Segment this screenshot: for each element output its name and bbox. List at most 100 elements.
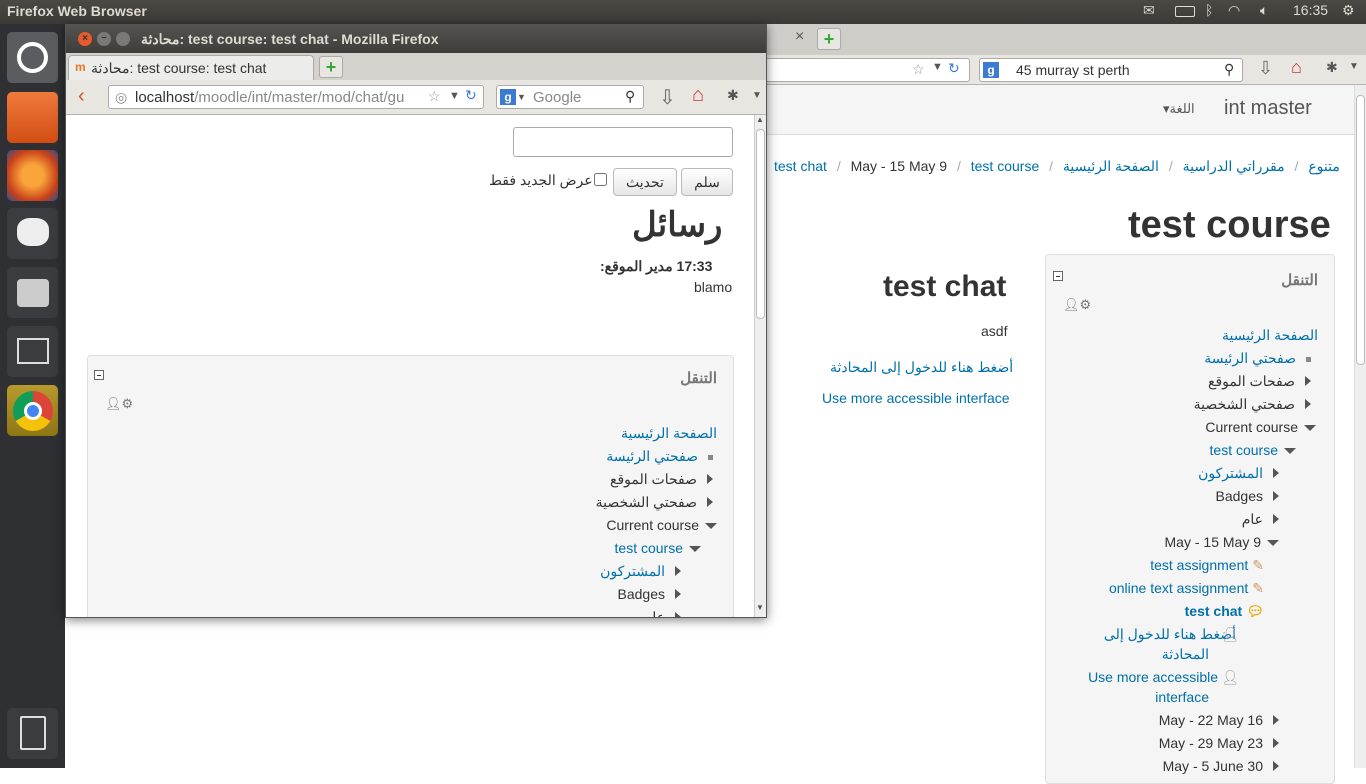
collapse-icon[interactable] <box>1053 271 1063 281</box>
nav-item[interactable]: test course <box>1210 442 1296 458</box>
mail-icon[interactable]: ✉ <box>1143 2 1155 19</box>
close-icon[interactable]: × <box>78 32 92 46</box>
workspace-switcher-icon[interactable] <box>7 326 58 377</box>
breadcrumb: test chat / May - 15 May 9 / test course… <box>774 158 1340 174</box>
files-icon[interactable] <box>7 92 58 143</box>
tab-chat[interactable]: m محادثة: test course: test chat <box>68 55 314 80</box>
nav-item-current[interactable]: test chat 💬︎ <box>1185 603 1264 620</box>
bg-search-box[interactable]: g 45 murray st perth ⚲ <box>979 58 1243 82</box>
refresh-button[interactable]: تحديث <box>613 168 677 196</box>
nav-item-accessible-line2[interactable]: interface <box>1155 689 1209 705</box>
software-center-icon[interactable] <box>7 208 58 259</box>
reload-icon[interactable]: ↻ <box>465 87 477 104</box>
clock[interactable]: 16:35 <box>1293 2 1328 18</box>
nav-item[interactable]: test assignment ✎ <box>1150 557 1264 574</box>
download-icon[interactable]: ⇩ <box>1258 58 1273 79</box>
popup-url-bar[interactable]: ◎ localhost/moodle/int/master/mod/chat/g… <box>108 85 484 109</box>
popup-search-box[interactable]: g ▼ Google ⚲ <box>496 85 644 109</box>
nav-item[interactable]: عام <box>1242 511 1279 528</box>
maximize-icon[interactable] <box>116 32 130 46</box>
nav-item[interactable]: صفحات الموقع <box>1208 373 1311 390</box>
breadcrumb-item[interactable]: الصفحة الرئيسية <box>1063 158 1159 174</box>
bg-search-value[interactable]: 45 murray st perth <box>1016 62 1130 78</box>
breadcrumb-item[interactable]: مقرراتي الدراسية <box>1183 158 1285 174</box>
nav-item[interactable]: Badges <box>1216 488 1279 504</box>
new-tab-icon[interactable]: + <box>817 28 841 50</box>
nav-item[interactable]: May - 5 June 30 <box>1163 758 1279 774</box>
bookmark-star-icon[interactable]: ☆ <box>912 61 925 78</box>
popup-titlebar: × – محادثة: test course: test chat - Moz… <box>66 25 766 53</box>
nav-item[interactable]: May - 22 May 16 <box>1159 712 1279 728</box>
search-icon[interactable]: ⚲ <box>1224 61 1234 78</box>
new-tab-icon[interactable]: + <box>319 56 343 78</box>
nav-item[interactable]: online text assignment ✎ <box>1109 580 1264 597</box>
bg-url-bar[interactable]: ☆ ▼ ↻ <box>765 58 970 82</box>
tab-close-icon[interactable]: × <box>795 28 804 46</box>
nav-item[interactable]: صفحات الموقع <box>610 471 713 488</box>
popup-scrollbar[interactable]: ▲ ▼ <box>754 115 766 617</box>
url-text[interactable]: localhost/moodle/int/master/mod/chat/gu <box>135 89 421 106</box>
dock-icon[interactable]: 👤︎⚙ <box>1063 297 1091 313</box>
enter-chat-link[interactable]: أضغط هناء للدخول إلى المحادثة <box>830 359 1013 376</box>
activity-title: test chat <box>883 270 1007 303</box>
only-new-label: عرض الجديد فقط <box>489 172 593 188</box>
nav-item[interactable]: عام <box>644 609 681 617</box>
nav-item-home[interactable]: الصفحة الرئيسية <box>1222 327 1318 344</box>
google-icon[interactable]: g <box>983 62 999 78</box>
chevron-down-icon[interactable]: ▼ <box>932 61 943 73</box>
minimize-icon[interactable]: – <box>97 32 111 46</box>
home-icon[interactable]: ⌂ <box>692 84 704 107</box>
nav-item-accessible[interactable]: Use more accessible <box>1088 669 1218 685</box>
breadcrumb-item[interactable]: test chat <box>774 158 827 174</box>
disk-icon[interactable] <box>7 267 58 318</box>
nav-item[interactable]: test course <box>615 540 701 556</box>
search-icon[interactable]: ⚲ <box>625 88 635 105</box>
activity-description: asdf <box>981 323 1008 339</box>
bg-scrollbar[interactable] <box>1354 85 1366 768</box>
nav-item[interactable]: صفحتي الشخصية <box>596 494 713 511</box>
site-name[interactable]: int master <box>1224 97 1312 120</box>
home-icon[interactable]: ⌂ <box>1291 57 1302 78</box>
reload-icon[interactable]: ↻ <box>948 60 960 77</box>
accessible-interface-link[interactable]: Use more accessible interface <box>822 390 1010 406</box>
nav-item[interactable]: المشتركون <box>1198 465 1279 482</box>
ubuntu-dash-icon[interactable] <box>7 32 58 83</box>
nav-item[interactable]: May - 29 May 23 <box>1159 735 1279 751</box>
nav-item[interactable]: المشتركون <box>600 563 681 580</box>
nav-item[interactable]: Current course <box>1205 419 1316 435</box>
nav-item-home[interactable]: الصفحة الرئيسية <box>621 425 717 442</box>
gear-icon[interactable]: ⚙ <box>1342 2 1355 19</box>
nav-item[interactable]: Current course <box>606 517 717 533</box>
nav-item-enter-line2[interactable]: المحادثة <box>1162 646 1209 663</box>
volume-icon[interactable]: 🔈︎ <box>1260 2 1268 19</box>
nav-item-enter[interactable]: أضغط هناء للدخول إلى <box>1104 626 1236 643</box>
only-new-checkbox[interactable] <box>594 173 607 186</box>
breadcrumb-item[interactable]: test course <box>971 158 1039 174</box>
menu-arrow-icon[interactable]: ▼ <box>1349 61 1359 72</box>
nav-item[interactable]: May - 15 May 9 <box>1165 534 1279 550</box>
bookmark-star-icon[interactable]: ☆ <box>428 88 441 105</box>
chat-popup-window: × – محادثة: test course: test chat - Moz… <box>65 24 767 618</box>
nav-item[interactable]: Badges <box>618 586 681 602</box>
wifi-icon[interactable]: ◠ <box>1228 2 1240 19</box>
send-button[interactable]: سلم <box>681 168 733 196</box>
nav-item[interactable]: صفحتي الشخصية <box>1194 396 1311 413</box>
addon-icon[interactable]: ✱ <box>727 87 739 104</box>
dock-icon[interactable]: 👤︎⚙ <box>105 396 133 412</box>
language-menu[interactable]: اللغة▾ <box>1163 101 1195 117</box>
download-icon[interactable]: ⇩ <box>659 85 676 110</box>
trash-icon[interactable] <box>7 708 58 759</box>
breadcrumb-item[interactable]: May - 15 May 9 <box>851 158 947 174</box>
bluetooth-icon[interactable]: ᛒ <box>1205 2 1213 18</box>
addon-icon[interactable]: ✱ <box>1326 59 1338 76</box>
chrome-icon[interactable] <box>7 385 58 436</box>
chevron-down-icon[interactable]: ▼ <box>449 90 460 102</box>
back-icon[interactable]: ‹ <box>78 85 85 108</box>
block-title: التنقل <box>1281 272 1318 289</box>
message-input[interactable] <box>513 127 733 157</box>
breadcrumb-item[interactable]: متنوع <box>1308 158 1340 174</box>
battery-icon[interactable] <box>1175 6 1195 17</box>
collapse-icon[interactable] <box>94 370 104 380</box>
menu-arrow-icon[interactable]: ▼ <box>752 90 762 101</box>
firefox-icon[interactable] <box>7 150 58 201</box>
